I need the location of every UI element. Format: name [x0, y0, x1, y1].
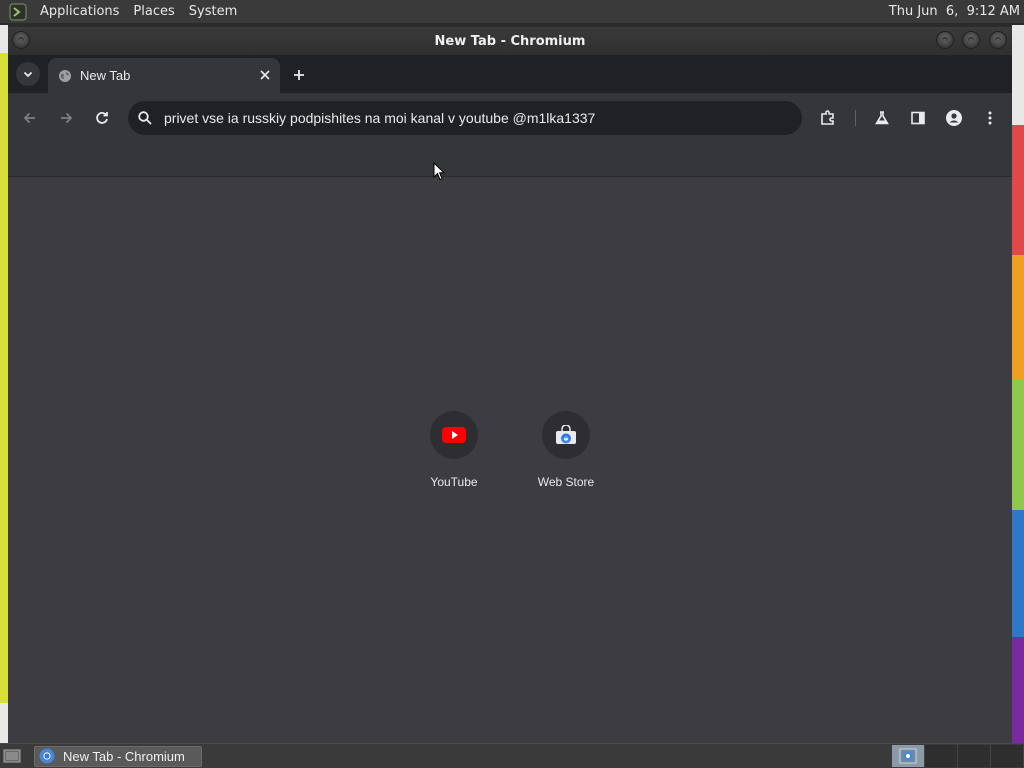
- new-tab-button[interactable]: [288, 64, 310, 86]
- side-panel-icon: [911, 111, 925, 125]
- show-desktop-button[interactable]: [2, 747, 22, 765]
- omnibox-input[interactable]: [164, 103, 802, 133]
- maximize-button[interactable]: [962, 31, 980, 49]
- bookmarks-bar: [8, 143, 1012, 177]
- distro-logo-icon[interactable]: [9, 3, 27, 21]
- flask-icon: [875, 111, 889, 125]
- globe-icon: [58, 69, 72, 83]
- shortcut-youtube[interactable]: YouTube: [398, 411, 510, 507]
- tab-strip: New Tab: [8, 55, 1012, 93]
- menu-button[interactable]: [978, 106, 1002, 130]
- shortcut-tile: [542, 411, 590, 459]
- workspace-switcher: [892, 745, 1024, 767]
- toolbar-separator: [855, 110, 856, 126]
- workspace-2[interactable]: [925, 745, 958, 767]
- web-store-icon: [556, 425, 576, 444]
- workspace-1[interactable]: [892, 745, 925, 767]
- tab-title: New Tab: [80, 68, 131, 83]
- wallpaper-left-strip: [0, 25, 8, 743]
- reload-icon: [96, 112, 108, 124]
- arrow-left-icon: [23, 112, 35, 124]
- chromium-icon: [39, 748, 55, 764]
- profile-button[interactable]: [942, 106, 966, 130]
- extensions-button[interactable]: [816, 106, 840, 130]
- tab-search-button[interactable]: [16, 62, 40, 86]
- chromium-window: New Tab - Chromium New Tab privet vse ia…: [8, 27, 1012, 743]
- chevron-down-icon: [23, 71, 33, 78]
- new-tab-page: YouTube Web Store: [8, 177, 1012, 743]
- tab-new-tab[interactable]: New Tab: [48, 58, 280, 93]
- workspace-4[interactable]: [991, 745, 1024, 767]
- desktop-taskbar: New Tab - Chromium: [0, 743, 1024, 768]
- close-icon[interactable]: [258, 68, 272, 82]
- search-icon: [137, 110, 153, 126]
- back-button[interactable]: [18, 106, 42, 130]
- labs-button[interactable]: [870, 106, 894, 130]
- wallpaper-right-strip: [1012, 25, 1024, 743]
- reload-button[interactable]: [90, 106, 114, 130]
- chromium-icon: [899, 748, 917, 764]
- desktop-top-panel: Applications Places System Thu Jun 6, 9:…: [0, 0, 1024, 24]
- shortcut-tile: [430, 411, 478, 459]
- window-title: New Tab - Chromium: [434, 33, 586, 49]
- workspace-3[interactable]: [958, 745, 991, 767]
- youtube-icon: [442, 427, 466, 443]
- window-titlebar[interactable]: New Tab - Chromium: [8, 27, 1012, 55]
- minimize-button[interactable]: [936, 31, 954, 49]
- applications-menu[interactable]: Applications: [33, 0, 126, 24]
- window-menu-button[interactable]: [12, 31, 30, 49]
- person-icon: [946, 110, 962, 126]
- system-menu[interactable]: System: [182, 0, 244, 24]
- kebab-menu-icon: [988, 111, 992, 125]
- forward-button[interactable]: [54, 106, 78, 130]
- shortcut-label: Web Store: [537, 475, 595, 489]
- browser-toolbar: [8, 93, 1012, 143]
- plus-icon: [294, 70, 304, 80]
- address-bar[interactable]: [128, 101, 802, 135]
- taskbar-window-button[interactable]: New Tab - Chromium: [34, 745, 202, 767]
- shortcut-web-store[interactable]: Web Store: [510, 411, 622, 507]
- side-panel-button[interactable]: [906, 106, 930, 130]
- close-window-button[interactable]: [989, 31, 1007, 49]
- puzzle-icon: [821, 110, 834, 125]
- mouse-pointer-icon: [433, 162, 445, 181]
- places-menu[interactable]: Places: [126, 0, 181, 24]
- arrow-right-icon: [61, 112, 73, 124]
- desktop-icon: [3, 749, 21, 763]
- panel-clock[interactable]: Thu Jun 6, 9:12 AM: [889, 0, 1020, 24]
- shortcut-label: YouTube: [430, 475, 478, 489]
- taskbar-window-label: New Tab - Chromium: [63, 748, 185, 764]
